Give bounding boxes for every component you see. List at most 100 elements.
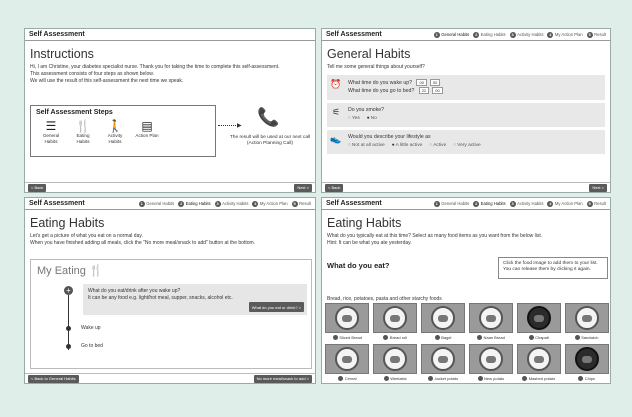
no-more-meal-button[interactable]: No more meal/snack to add > (253, 374, 312, 383)
food-image[interactable] (421, 303, 466, 333)
step-item-label: Action Plan (135, 133, 159, 138)
step-label: My Action Plan (554, 32, 583, 37)
bed-minute-select[interactable]: 00 (432, 87, 443, 95)
header-title: Self Assessment (29, 31, 85, 38)
radio-no[interactable]: No (367, 115, 377, 123)
food-image[interactable] (564, 303, 609, 333)
add-food-icon[interactable] (383, 335, 389, 340)
plate-icon (574, 306, 599, 330)
instructions-panel: Self Assessment Instructions Hi, I am Ch… (24, 28, 316, 193)
plate-icon (431, 306, 456, 330)
add-food-icon[interactable] (338, 376, 344, 381)
food-image[interactable] (516, 303, 561, 333)
food-item-chapati[interactable]: Chapati (516, 303, 561, 340)
page-title: Eating Habits (327, 216, 402, 230)
food-image[interactable] (373, 344, 418, 374)
food-image[interactable] (325, 344, 370, 374)
step-label: Result (594, 32, 606, 37)
back-button[interactable]: < Back to General Habits (28, 374, 79, 383)
food-selection-panel: Self Assessment 1 General Habits 2 Eating H… (321, 197, 611, 384)
food-label: Sliced Bread (339, 335, 362, 340)
header-title: Self Assessment (326, 200, 382, 207)
add-food-icon[interactable] (383, 376, 389, 381)
add-food-icon[interactable] (427, 376, 433, 381)
food-image[interactable] (325, 303, 370, 333)
list-icon: ▤ (141, 119, 153, 133)
tip-text: You can release them by clicking it agai… (503, 267, 591, 272)
plate-icon (383, 347, 408, 371)
radio-a-little-active[interactable]: A little active (392, 142, 423, 150)
lifestyle-label: Would you describe your lifestyle as (348, 133, 431, 140)
step-progress: 1 General Habits 2 Eating Habits 3 Activity H… (433, 200, 606, 207)
add-food-icon[interactable] (578, 376, 584, 381)
wake-minute-select[interactable]: 00 (429, 78, 441, 86)
footer: < Back Next > (322, 182, 610, 192)
add-food-icon[interactable] (476, 335, 482, 340)
radio-very-active[interactable]: Very active (453, 142, 480, 150)
plate-icon (431, 347, 456, 371)
cigarette-icon: ⚟ (331, 106, 341, 117)
food-item-sandwich[interactable]: Sandwich (564, 303, 609, 340)
food-item-weetabix[interactable]: Weetabix (373, 344, 418, 381)
step-number: 1 (138, 200, 145, 207)
footer: < Back Next > (25, 182, 315, 192)
food-label: Chapati (535, 335, 549, 340)
back-button[interactable]: < Back (28, 183, 47, 192)
food-image[interactable] (373, 303, 418, 333)
plate-icon (526, 306, 551, 330)
food-grid: Sliced Bread Bread roll Bagel Naan Bread Cha… (325, 303, 609, 381)
call-text: The result will be used at our next call… (229, 135, 311, 146)
timeline-dot (66, 344, 71, 349)
food-item-naan-bread[interactable]: Naan Bread (468, 303, 513, 340)
wake-up-label: Wake up (81, 325, 101, 331)
add-food-icon[interactable] (528, 335, 534, 340)
radio-active[interactable]: Active (429, 142, 446, 150)
page-title: Instructions (30, 47, 94, 61)
wake-hour-select[interactable]: 00 (416, 78, 427, 86)
intro-text: This assessment consists of four steps a… (30, 70, 154, 77)
radio-not-at-all-active[interactable]: Not at all active (348, 142, 385, 150)
what-do-you-eat-button[interactable]: What do you eat or drink? > (248, 302, 304, 312)
food-item-cereal[interactable]: Cereal (325, 344, 370, 381)
add-meal-icon[interactable]: + (64, 286, 73, 295)
step-item-label: Eating Habits (76, 133, 90, 144)
step-number: 4 (547, 200, 554, 207)
intro-text: What do you typically eat at this time? … (327, 233, 543, 239)
add-food-icon[interactable] (522, 376, 528, 381)
add-food-icon[interactable] (574, 335, 580, 340)
radio-yes[interactable]: Yes (348, 115, 360, 123)
food-item-bagel[interactable]: Bagel (421, 303, 466, 340)
intro-text: Hint: It can be what you ate yesterday. (327, 239, 412, 246)
step-eating-habits: 2 Eating Habits (178, 200, 211, 207)
food-label: Chips (584, 376, 595, 381)
panel-header: Self Assessment 1 General Habits 2 Eating H… (322, 29, 610, 41)
food-label: Bread roll (389, 335, 408, 340)
food-label: Naan Bread (483, 335, 505, 340)
food-item-chips[interactable]: Chips (564, 344, 609, 381)
food-image[interactable] (564, 344, 609, 374)
alarm-clock-icon: ⏰ (330, 78, 342, 89)
fork-knife-icon: 🍴 (88, 265, 103, 277)
walking-icon: 🚶 (107, 119, 123, 133)
food-image[interactable] (421, 344, 466, 374)
food-image[interactable] (468, 303, 513, 333)
step-result: 5 Result (291, 200, 311, 207)
step-number: 1 (433, 31, 440, 38)
bed-hour-select[interactable]: 22 (418, 87, 430, 95)
add-food-icon[interactable] (434, 335, 440, 340)
add-food-icon[interactable] (332, 335, 338, 340)
back-button[interactable]: < Back (325, 183, 344, 192)
add-food-icon[interactable] (477, 376, 483, 381)
step-label: My Action Plan (259, 201, 288, 206)
food-item-bread-roll[interactable]: Bread roll (373, 303, 418, 340)
step-result: 5 Result (586, 200, 606, 207)
food-item-jacket-potato[interactable]: Jacket potato (421, 344, 466, 381)
food-item-sliced-bread[interactable]: Sliced Bread (325, 303, 370, 340)
food-image[interactable] (468, 344, 513, 374)
food-image[interactable] (516, 344, 561, 374)
food-item-new-potato[interactable]: New potato (468, 344, 513, 381)
food-item-mashed-potato[interactable]: Mashed potato (516, 344, 561, 381)
my-eating-box: My Eating 🍴 + Wake up Go to bed What do … (30, 259, 312, 369)
next-button[interactable]: Next > (294, 183, 312, 192)
next-button[interactable]: Next > (589, 183, 607, 192)
